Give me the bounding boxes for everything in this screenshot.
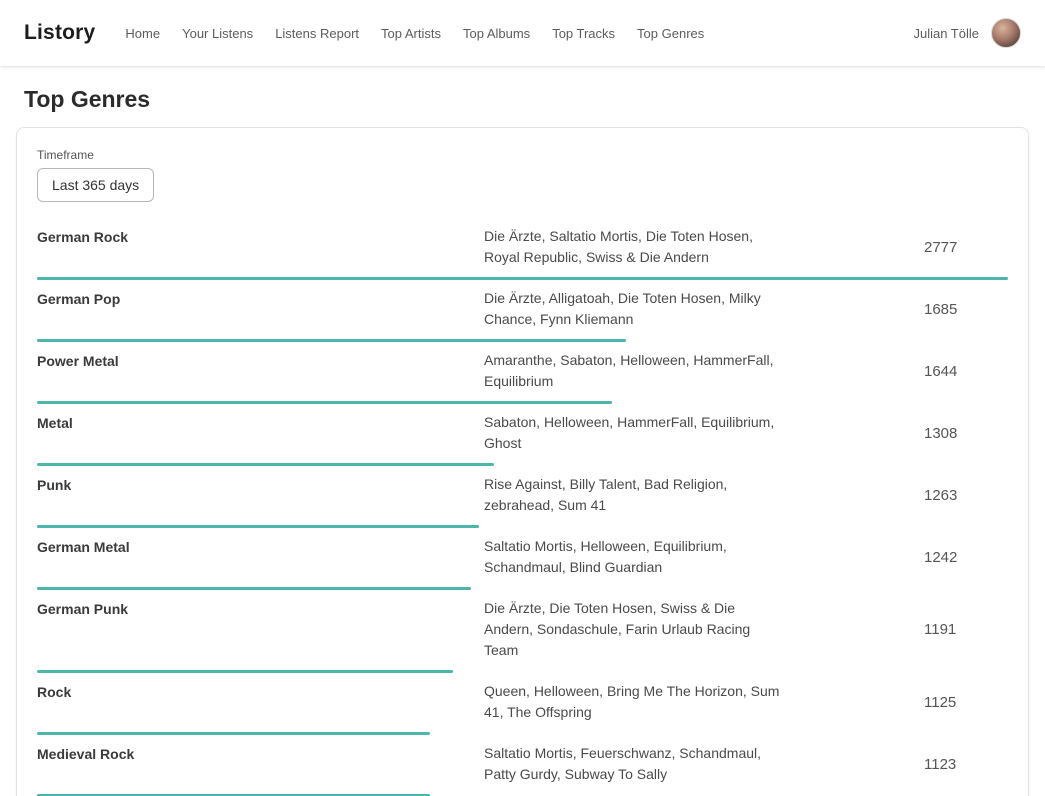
genre-count: 1644 xyxy=(924,363,1008,380)
top-navbar: Listory Home Your Listens Listens Report To… xyxy=(0,0,1045,66)
genre-row: Medieval Rock Saltatio Mortis, Feuerschw… xyxy=(37,735,1008,796)
genre-artists: Rise Against, Billy Talent, Bad Religion… xyxy=(484,474,784,516)
app-logo[interactable]: Listory xyxy=(24,21,95,45)
genre-name: German Pop xyxy=(37,288,484,330)
genre-name: German Metal xyxy=(37,536,484,578)
genre-count: 1242 xyxy=(924,549,1008,566)
genre-name: Power Metal xyxy=(37,350,484,392)
timeframe-label: Timeframe xyxy=(37,148,1008,162)
genre-artists: Queen, Helloween, Bring Me The Horizon, … xyxy=(484,681,784,723)
nav-your-listens[interactable]: Your Listens xyxy=(182,26,253,41)
genre-row: Rock Queen, Helloween, Bring Me The Hori… xyxy=(37,673,1008,735)
genre-artists: Die Ärzte, Alligatoah, Die Toten Hosen, … xyxy=(484,288,784,330)
genre-row: German Pop Die Ärzte, Alligatoah, Die To… xyxy=(37,280,1008,342)
genre-artists: Saltatio Mortis, Helloween, Equilibrium,… xyxy=(484,536,784,578)
genre-row: Power Metal Amaranthe, Sabaton, Hellowee… xyxy=(37,342,1008,404)
genre-row: German Rock Die Ärzte, Saltatio Mortis, … xyxy=(37,218,1008,280)
nav-top-tracks[interactable]: Top Tracks xyxy=(552,26,615,41)
main-nav: Home Your Listens Listens Report Top Artist… xyxy=(125,26,704,41)
genre-row: German Metal Saltatio Mortis, Helloween,… xyxy=(37,528,1008,590)
nav-top-artists[interactable]: Top Artists xyxy=(381,26,441,41)
user-name: Julian Tölle xyxy=(913,26,979,41)
user-avatar[interactable] xyxy=(991,18,1021,48)
timeframe-select[interactable]: Last 365 days xyxy=(37,168,154,202)
genre-name: Punk xyxy=(37,474,484,516)
genre-count: 1191 xyxy=(924,621,1008,638)
genre-name: Metal xyxy=(37,412,484,454)
genre-artists: Amaranthe, Sabaton, Helloween, HammerFal… xyxy=(484,350,784,392)
genre-table: German Rock Die Ärzte, Saltatio Mortis, … xyxy=(37,218,1008,796)
nav-listens-report[interactable]: Listens Report xyxy=(275,26,359,41)
genre-count: 1123 xyxy=(924,756,1008,773)
genre-name: Medieval Rock xyxy=(37,743,484,785)
page-title: Top Genres xyxy=(24,86,1021,113)
genre-artists: Sabaton, Helloween, HammerFall, Equilibr… xyxy=(484,412,784,454)
genre-row: Metal Sabaton, Helloween, HammerFall, Eq… xyxy=(37,404,1008,466)
genre-count: 1125 xyxy=(924,694,1008,711)
genre-artists: Die Ärzte, Saltatio Mortis, Die Toten Ho… xyxy=(484,226,784,268)
genre-artists: Saltatio Mortis, Feuerschwanz, Schandmau… xyxy=(484,743,784,785)
genre-artists: Die Ärzte, Die Toten Hosen, Swiss & Die … xyxy=(484,598,784,661)
genre-count: 1263 xyxy=(924,487,1008,504)
genre-count: 2777 xyxy=(924,239,1008,256)
genre-row: Punk Rise Against, Billy Talent, Bad Rel… xyxy=(37,466,1008,528)
top-genres-card: Timeframe Last 365 days German Rock Die … xyxy=(16,127,1029,796)
nav-top-albums[interactable]: Top Albums xyxy=(463,26,530,41)
header-user-area: Julian Tölle xyxy=(913,18,1021,48)
genre-name: German Rock xyxy=(37,226,484,268)
nav-home[interactable]: Home xyxy=(125,26,160,41)
genre-name: German Punk xyxy=(37,598,484,661)
genre-count: 1685 xyxy=(924,301,1008,318)
nav-top-genres[interactable]: Top Genres xyxy=(637,26,704,41)
genre-name: Rock xyxy=(37,681,484,723)
genre-row: German Punk Die Ärzte, Die Toten Hosen, … xyxy=(37,590,1008,673)
genre-count: 1308 xyxy=(924,425,1008,442)
